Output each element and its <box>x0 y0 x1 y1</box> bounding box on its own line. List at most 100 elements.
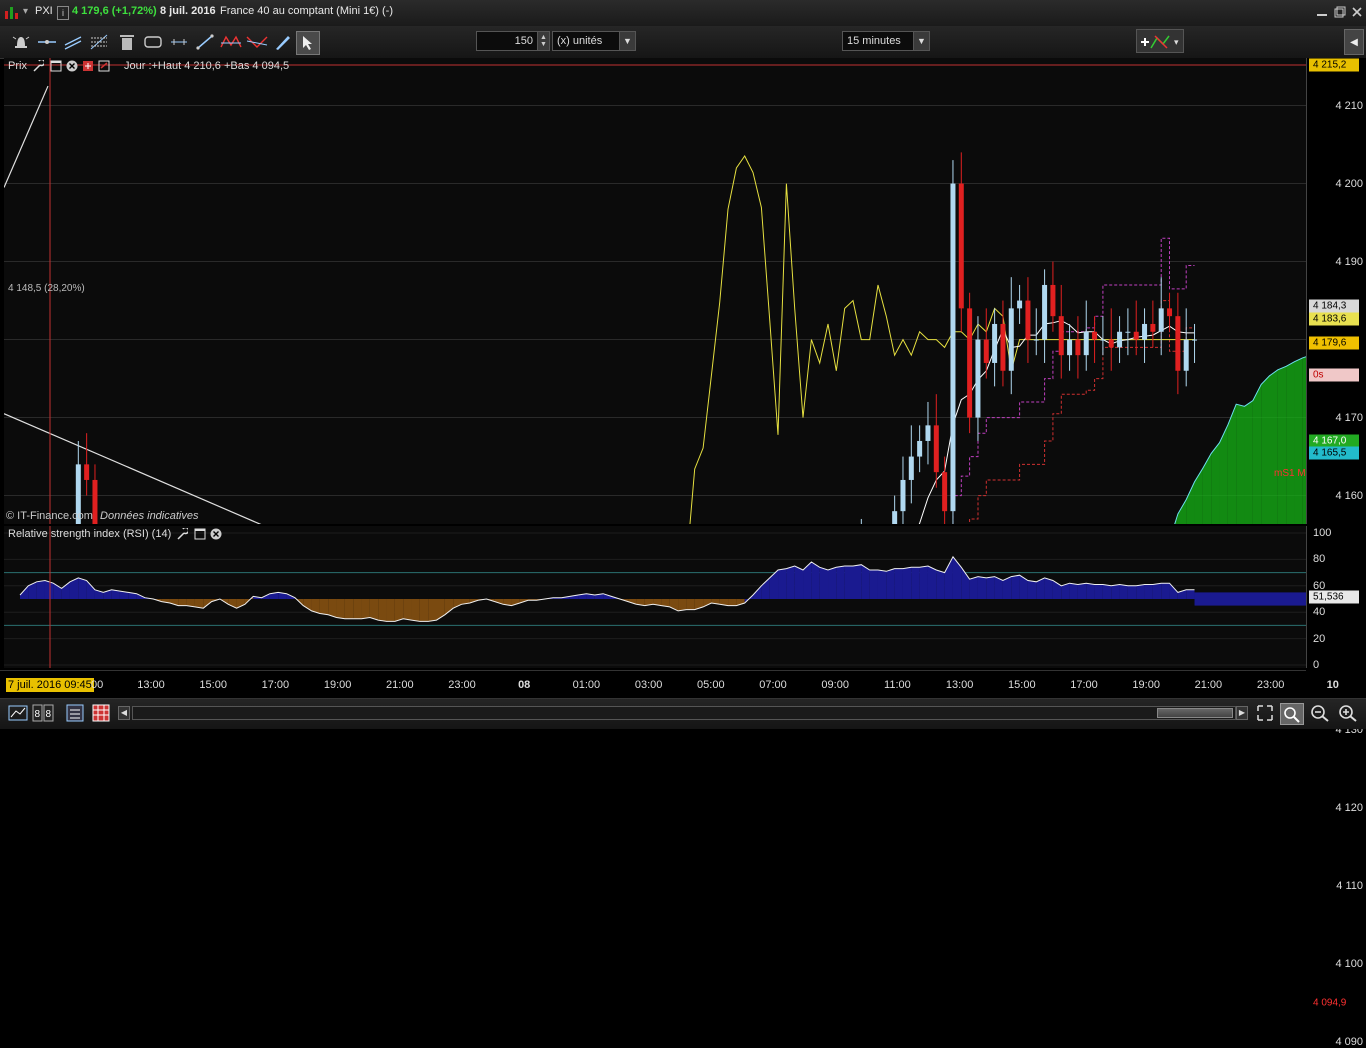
close-panel-icon[interactable] <box>210 528 222 540</box>
kijun-magenta <box>952 237 1195 524</box>
scrollbar-thumb[interactable] <box>1157 708 1233 718</box>
candle-body <box>1050 284 1056 317</box>
time-axis-tick: 21:00 <box>386 679 414 691</box>
wrench-icon[interactable] <box>32 60 44 72</box>
import-icon[interactable] <box>98 60 110 72</box>
candle-body <box>1067 339 1073 356</box>
time-axis-tick: 23:00 <box>448 679 476 691</box>
scroll-right-icon[interactable]: ▶ <box>1236 706 1248 720</box>
candle-body <box>992 323 998 363</box>
units-stepper[interactable]: ▲ ▼ <box>537 31 550 51</box>
list-icon[interactable] <box>66 704 84 722</box>
restore-icon[interactable] <box>1334 6 1346 18</box>
interval-select[interactable]: 15 minutes ▼ <box>842 31 930 51</box>
price-axis[interactable]: 4 2104 2004 1904 1704 1604 1404 1304 120… <box>1306 58 1366 1048</box>
price-axis-tick: 4 090 <box>1335 1035 1363 1048</box>
time-axis-tick: 01:00 <box>572 679 601 691</box>
rsi-area-segment <box>353 599 362 619</box>
table-icon[interactable] <box>92 704 110 722</box>
minimize-icon[interactable] <box>1316 6 1328 18</box>
window-instrument: France 40 au comptant (Mini 1€) (-) <box>220 5 394 17</box>
candle-body <box>1183 339 1189 371</box>
candle-body <box>908 456 914 480</box>
window-icon[interactable] <box>50 60 62 72</box>
chevron-down-icon[interactable]: ▼ <box>913 31 930 51</box>
rsi-area-segment <box>1027 580 1037 599</box>
rsi-area-segment <box>1019 575 1028 599</box>
rsi-chart[interactable] <box>4 526 1306 668</box>
export-icon[interactable] <box>82 60 94 72</box>
candle-body <box>933 425 939 473</box>
rsi-axis-tick: 100 <box>1313 527 1332 539</box>
candle-body <box>917 440 923 457</box>
svg-text:▾: ▾ <box>1174 37 1179 47</box>
units-input[interactable] <box>476 31 538 51</box>
chevron-down-icon[interactable]: ▼ <box>619 31 636 51</box>
wrench-icon[interactable] <box>176 528 188 540</box>
rsi-area-segment <box>1069 583 1078 599</box>
rsi-axis-tick: 80 <box>1313 553 1326 566</box>
time-axis-tick: 08 <box>518 679 531 691</box>
rsi-area-segment <box>1152 583 1162 599</box>
rsi-axis[interactable]: 100 80 60 40 20 0 51,536 <box>1306 526 1366 671</box>
interval-select-value: 15 minutes <box>842 31 914 51</box>
close-icon[interactable] <box>1351 6 1363 18</box>
rsi-area-segment <box>1102 584 1112 599</box>
rsi-area-segment <box>1094 584 1103 599</box>
fan-icon[interactable] <box>168 31 190 53</box>
zoom-auto-icon[interactable] <box>1280 703 1304 725</box>
candle-body <box>975 339 981 418</box>
price-label: 0s <box>1309 368 1359 382</box>
rsi-area-segment <box>453 599 462 609</box>
parallel-lines-icon[interactable] <box>62 31 84 53</box>
trendline-icon[interactable] <box>194 31 216 53</box>
trash-icon[interactable] <box>116 31 138 53</box>
calendar-icon[interactable]: 88 <box>32 704 54 722</box>
window-symbol: PXI <box>35 5 53 17</box>
zoom-out-icon[interactable] <box>1310 704 1330 722</box>
rsi-area-segment <box>344 599 354 619</box>
ichimoku-cloud-segment <box>1194 468 1203 524</box>
chart-type-icon[interactable] <box>8 704 28 722</box>
units-select[interactable]: (x) unités ▼ <box>552 31 636 51</box>
menu-chevron-icon[interactable]: ▾ <box>23 6 28 17</box>
candle-body <box>1108 339 1114 348</box>
alarm-icon[interactable] <box>10 31 32 53</box>
fibonacci-icon[interactable] <box>88 31 110 53</box>
window-icon[interactable] <box>194 528 206 540</box>
bottom-toolbar: 88 ◀ ▶ <box>0 698 1366 729</box>
price-label: 4 094,9 <box>1309 996 1359 1010</box>
rectangle-icon[interactable] <box>142 31 164 53</box>
units-select-value: (x) unités <box>552 31 620 51</box>
tenkan-sen <box>918 320 1195 524</box>
price-label: 4 165,5 <box>1309 446 1359 460</box>
ichimoku-cloud-segment <box>1186 481 1195 524</box>
rsi-axis-tick: 40 <box>1313 606 1326 619</box>
pattern-icon[interactable] <box>220 31 242 53</box>
candle-body <box>1125 331 1131 333</box>
horizontal-line-icon[interactable] <box>36 31 58 53</box>
info-icon[interactable]: i <box>57 6 69 20</box>
rsi-area-segment <box>369 599 379 621</box>
horizontal-scrollbar[interactable] <box>132 706 1236 720</box>
scroll-left-icon[interactable]: ◀ <box>118 706 130 720</box>
zoom-fit-icon[interactable] <box>1256 704 1274 722</box>
time-axis-tick: 19:00 <box>323 679 352 691</box>
price-chart[interactable] <box>4 58 1306 524</box>
rsi-area-segment <box>61 581 70 599</box>
candle-body <box>950 183 956 512</box>
panel-toggle-button[interactable]: ◀ <box>1344 29 1364 55</box>
time-axis[interactable]: 7 juil. 2016 09:45 00 13:00 15:00 17:00 19:… <box>0 670 1339 699</box>
close-panel-icon[interactable] <box>66 60 78 72</box>
ichimoku-cloud-segment <box>1236 404 1245 524</box>
rsi-area-segment <box>853 564 862 599</box>
rsi-area-segment <box>977 576 987 599</box>
indicators-button[interactable]: ▾ <box>1136 29 1184 53</box>
pattern2-icon[interactable] <box>246 31 268 53</box>
time-axis-tick: 15:00 <box>1008 679 1036 691</box>
cursor-icon[interactable] <box>296 31 320 55</box>
zoom-in-icon[interactable] <box>1338 704 1358 722</box>
rsi-area-segment <box>803 562 812 599</box>
pen-icon[interactable] <box>272 31 294 53</box>
level-label: 4 148,5 (28,20%) <box>8 283 85 294</box>
